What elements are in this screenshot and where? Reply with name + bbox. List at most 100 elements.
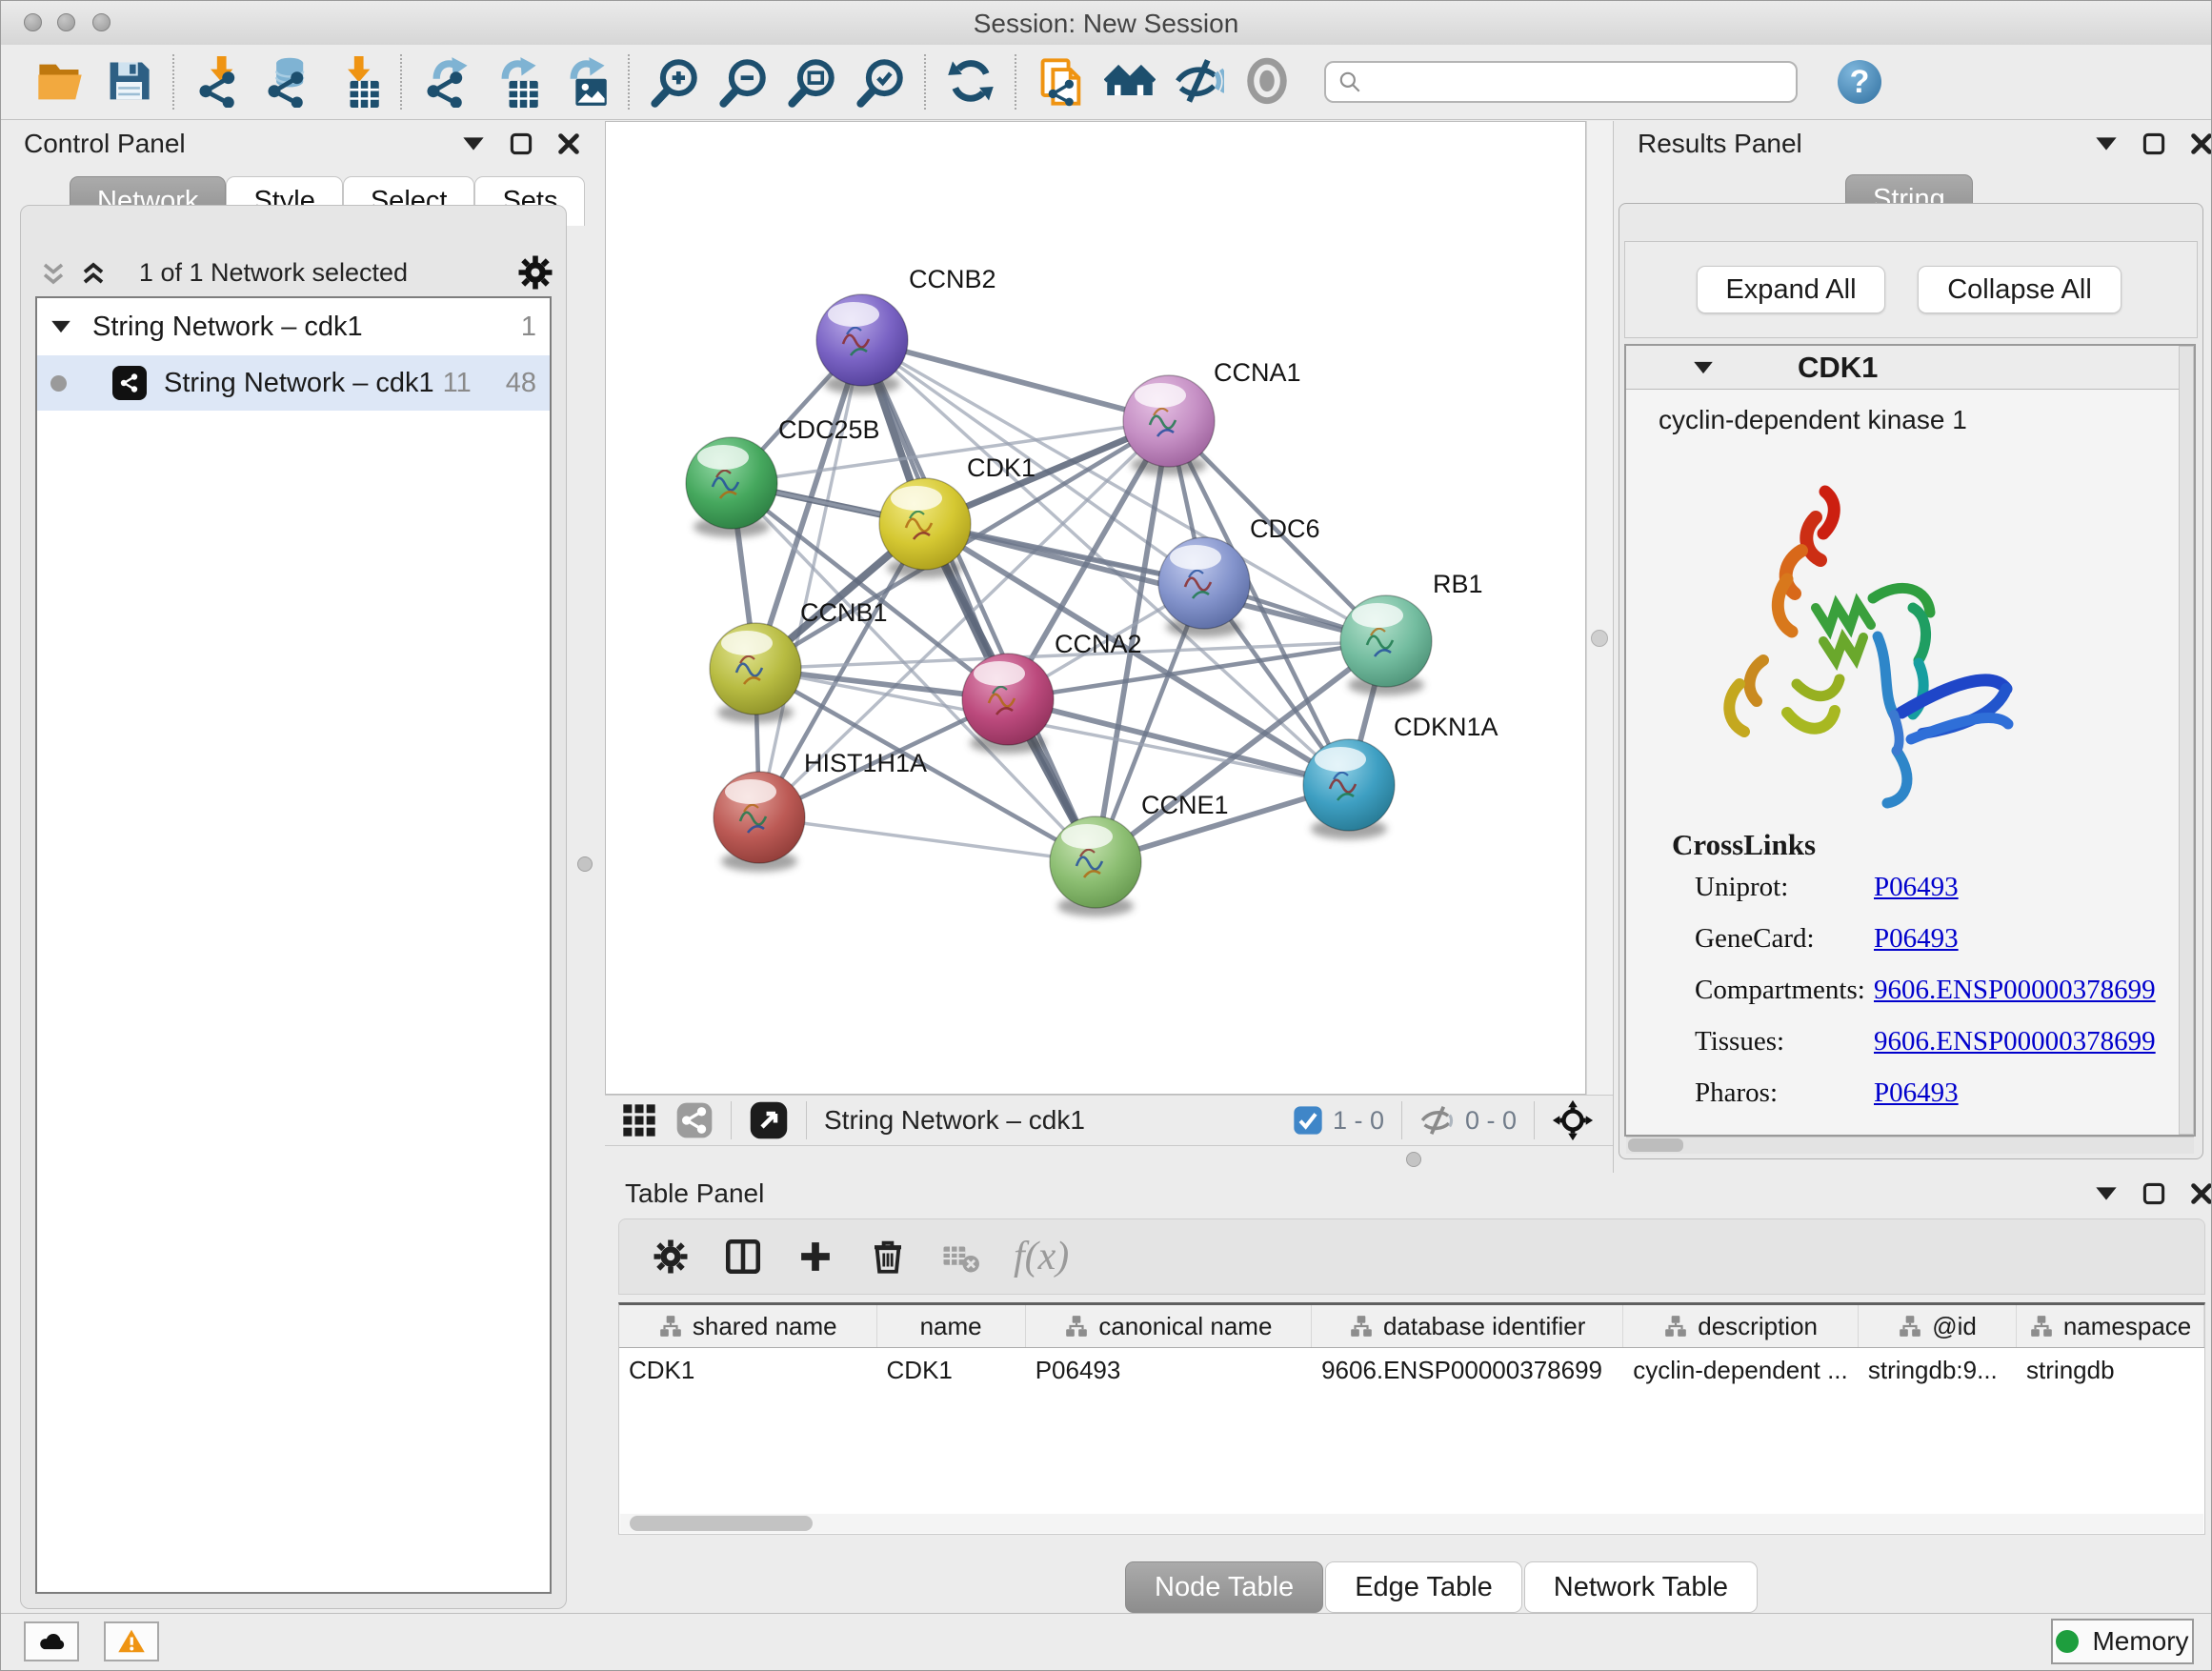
node-table[interactable]: shared namenamecanonical namedatabase id… bbox=[618, 1302, 2205, 1535]
hide-selected-icon[interactable] bbox=[1169, 52, 1228, 111]
import-network-database-icon[interactable] bbox=[258, 52, 317, 111]
panel-close-icon[interactable] bbox=[2190, 132, 2212, 155]
panel-collapse-icon[interactable] bbox=[2095, 132, 2118, 155]
zoom-selected-icon[interactable] bbox=[851, 52, 910, 111]
show-graphics-details-icon[interactable] bbox=[1237, 52, 1297, 111]
crosslink-link[interactable]: 9606.ENSP00000378699 bbox=[1874, 975, 2156, 1006]
network-canvas[interactable]: CCNB2 CCNA1 CDC25B CDK1 CDC6 RB1 bbox=[605, 121, 1586, 1095]
zoom-in-icon[interactable] bbox=[645, 52, 704, 111]
open-session-icon[interactable] bbox=[30, 52, 90, 111]
panel-collapse-icon[interactable] bbox=[2095, 1182, 2118, 1205]
column-header-database-identifier[interactable]: database identifier bbox=[1312, 1305, 1623, 1347]
protein-card-header[interactable]: CDK1 bbox=[1626, 346, 2194, 390]
column-header-@id[interactable]: @id bbox=[1859, 1305, 2017, 1347]
table-toolbar: f(x) bbox=[618, 1218, 2205, 1295]
zoom-out-icon[interactable] bbox=[714, 52, 773, 111]
column-header-name[interactable]: name bbox=[877, 1305, 1026, 1347]
export-table-icon[interactable] bbox=[486, 52, 545, 111]
node-CDC6[interactable] bbox=[1158, 537, 1250, 637]
panel-float-icon[interactable] bbox=[510, 132, 533, 155]
export-image-icon[interactable] bbox=[554, 52, 613, 111]
node-CCNB2[interactable] bbox=[816, 294, 908, 394]
export-network-icon[interactable] bbox=[417, 52, 476, 111]
table-cell[interactable]: cyclin-dependent ... bbox=[1623, 1348, 1859, 1392]
crosslink-link[interactable]: P06493 bbox=[1874, 1077, 1959, 1109]
node-CDKN1A[interactable] bbox=[1303, 739, 1395, 839]
cloud-button[interactable] bbox=[24, 1621, 79, 1661]
tab-node-table[interactable]: Node Table bbox=[1125, 1561, 1323, 1613]
column-header-canonical-name[interactable]: canonical name bbox=[1026, 1305, 1312, 1347]
node-CDC25B[interactable] bbox=[686, 437, 777, 537]
node-CCNA2[interactable] bbox=[962, 654, 1054, 754]
results-scrollbar-thumb[interactable] bbox=[1628, 1138, 1683, 1152]
edge-CCNB2-CCNE1[interactable] bbox=[862, 340, 1096, 862]
collapse-all-button[interactable]: Collapse All bbox=[1918, 266, 2122, 313]
crosslink-link[interactable]: P06493 bbox=[1874, 872, 1959, 903]
network-vertical-scrollbar[interactable] bbox=[1586, 121, 1613, 1095]
search-box[interactable] bbox=[1324, 61, 1798, 103]
table-cell[interactable]: 9606.ENSP00000378699 bbox=[1312, 1348, 1623, 1392]
table-cell[interactable]: P06493 bbox=[1026, 1348, 1312, 1392]
first-neighbors-icon[interactable] bbox=[1100, 52, 1159, 111]
table-horizontal-scrollbar[interactable] bbox=[620, 1514, 2203, 1533]
edge-CCNE1-HIST1H1A[interactable] bbox=[759, 817, 1096, 862]
node-CCNA1[interactable] bbox=[1123, 375, 1215, 475]
create-column-plus-icon[interactable] bbox=[787, 1228, 844, 1285]
results-vertical-scrollbar[interactable] bbox=[2179, 346, 2194, 1135]
delete-column-trash-icon[interactable] bbox=[859, 1228, 916, 1285]
string-network-graph[interactable]: CCNB2 CCNA1 CDC25B CDK1 CDC6 RB1 bbox=[606, 122, 1585, 1094]
zoom-fit-icon[interactable] bbox=[782, 52, 841, 111]
help-button[interactable]: ? bbox=[1838, 60, 1881, 104]
search-input[interactable] bbox=[1362, 67, 1766, 98]
table-cell[interactable]: CDK1 bbox=[877, 1348, 1026, 1392]
table-settings-gear-icon[interactable] bbox=[642, 1228, 699, 1285]
node-CCNB1[interactable] bbox=[710, 623, 801, 723]
network-collection-row[interactable]: String Network – cdk1 1 bbox=[37, 298, 550, 355]
node-HIST1H1A[interactable] bbox=[714, 772, 805, 872]
table-row[interactable]: CDK1CDK1P064939606.ENSP00000378699cyclin… bbox=[619, 1348, 2204, 1392]
save-session-icon[interactable] bbox=[99, 52, 158, 111]
selected-checkbox-icon[interactable] bbox=[1293, 1105, 1323, 1136]
crosslink-link[interactable]: 9606.ENSP00000378699 bbox=[1874, 1026, 2156, 1057]
tab-network-table[interactable]: Network Table bbox=[1524, 1561, 1758, 1613]
panel-close-icon[interactable] bbox=[2190, 1182, 2212, 1205]
column-header-description[interactable]: description bbox=[1623, 1305, 1859, 1347]
node-RB1[interactable] bbox=[1340, 595, 1432, 695]
duplicate-network-icon[interactable] bbox=[1032, 52, 1091, 111]
hidden-eye-slash-icon[interactable] bbox=[1419, 1102, 1456, 1138]
left-splitter[interactable] bbox=[565, 121, 605, 1613]
table-cell[interactable]: stringdb:9... bbox=[1859, 1348, 2017, 1392]
expand-all-button[interactable]: Expand All bbox=[1697, 266, 1885, 313]
table-cell[interactable]: CDK1 bbox=[619, 1348, 877, 1392]
left-splitter-handle[interactable] bbox=[577, 856, 593, 872]
node-CDK1[interactable] bbox=[879, 478, 971, 578]
tab-edge-table[interactable]: Edge Table bbox=[1325, 1561, 1522, 1613]
bottom-splitter-handle[interactable] bbox=[1406, 1152, 1421, 1167]
network-scrollbar-handle[interactable] bbox=[1591, 630, 1608, 647]
table-scrollbar-thumb[interactable] bbox=[630, 1516, 813, 1531]
network-options-gear-icon[interactable] bbox=[515, 252, 555, 297]
network-type-icon bbox=[675, 1101, 714, 1139]
results-horizontal-scrollbar[interactable] bbox=[1626, 1137, 2194, 1154]
import-network-file-icon[interactable] bbox=[190, 52, 249, 111]
open-in-window-icon[interactable] bbox=[749, 1100, 789, 1140]
refresh-view-icon[interactable] bbox=[941, 52, 1000, 111]
node-CCNE1[interactable] bbox=[1050, 816, 1141, 916]
warnings-button[interactable] bbox=[104, 1621, 159, 1661]
network-row-selected[interactable]: String Network – cdk1 11 48 bbox=[37, 355, 550, 411]
column-header-shared-name[interactable]: shared name bbox=[619, 1305, 877, 1347]
column-header-namespace[interactable]: namespace bbox=[2017, 1305, 2204, 1347]
panel-collapse-icon[interactable] bbox=[462, 132, 485, 155]
show-columns-icon[interactable] bbox=[714, 1228, 772, 1285]
edge-CCNB2-HIST1H1A[interactable] bbox=[759, 340, 862, 817]
birds-eye-view-icon[interactable] bbox=[620, 1101, 658, 1139]
fit-content-crosshair-icon[interactable] bbox=[1552, 1099, 1594, 1141]
table-cell[interactable]: stringdb bbox=[2017, 1348, 2204, 1392]
import-table-file-icon[interactable] bbox=[327, 52, 386, 111]
memory-button[interactable]: Memory bbox=[2051, 1619, 2194, 1664]
crosslink-link[interactable]: P06493 bbox=[1874, 923, 1959, 955]
card-collapse-icon[interactable] bbox=[1693, 359, 1714, 376]
panel-float-icon[interactable] bbox=[2142, 1182, 2165, 1205]
collection-expand-icon[interactable] bbox=[50, 318, 71, 335]
panel-float-icon[interactable] bbox=[2142, 132, 2165, 155]
